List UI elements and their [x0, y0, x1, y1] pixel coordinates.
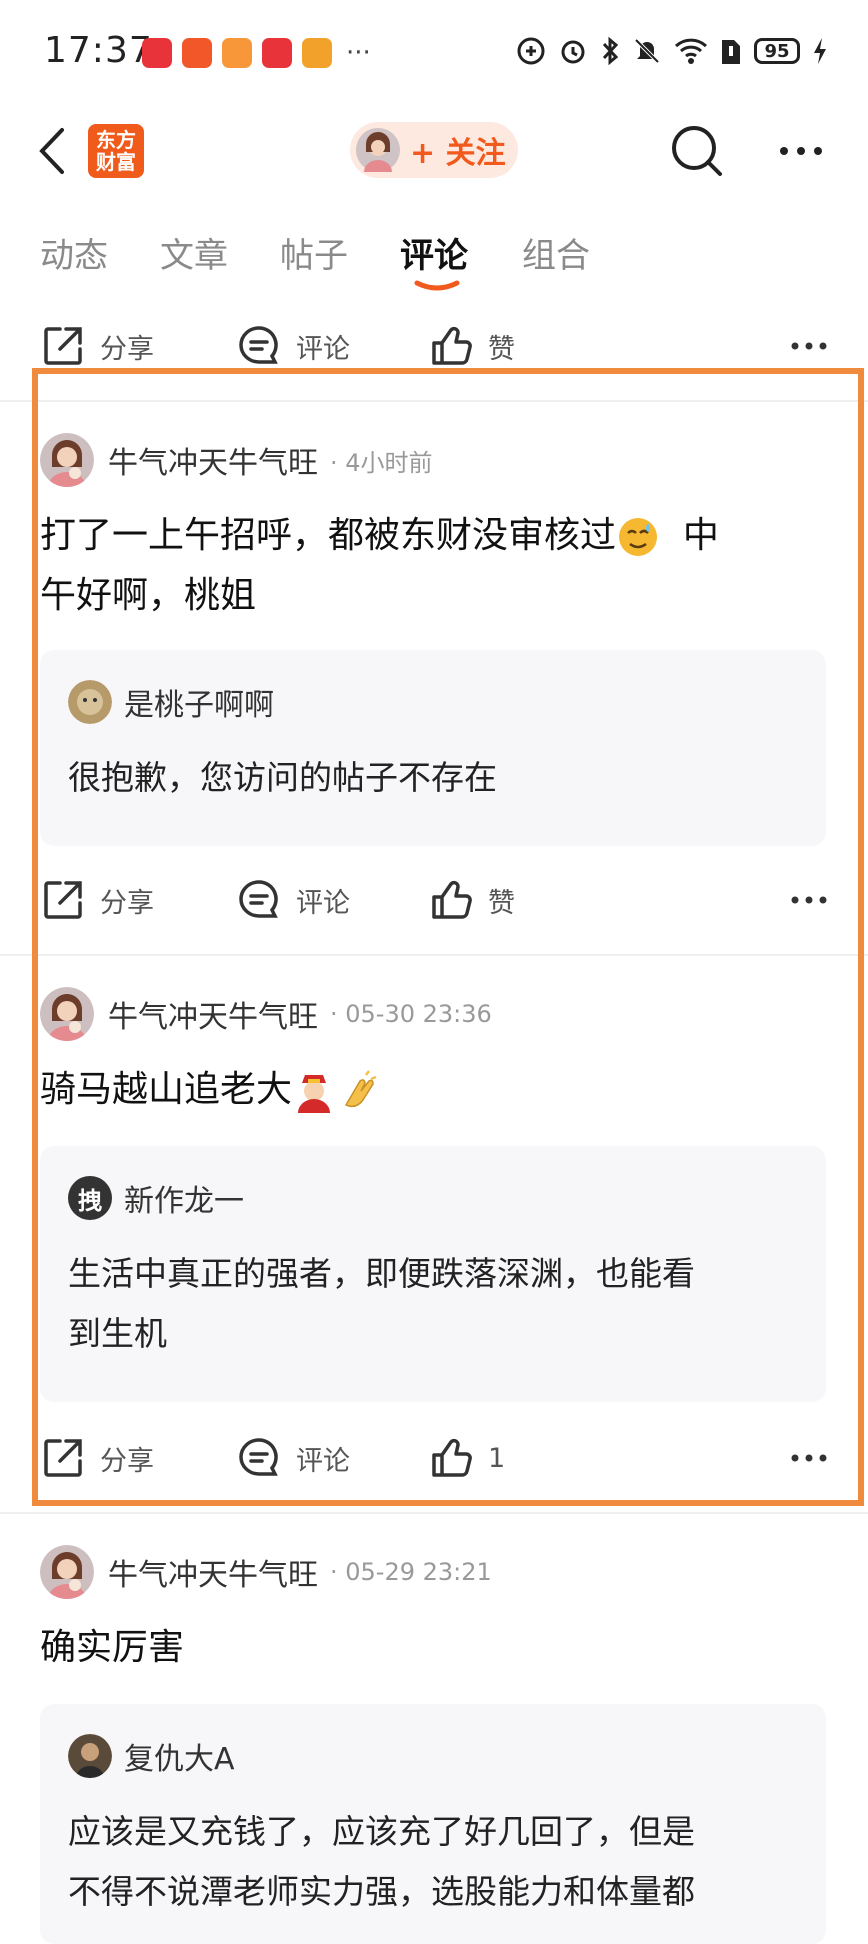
app-notification-icon — [302, 38, 332, 68]
logo-text-line1: 东方 — [96, 128, 136, 152]
share-button[interactable]: 分享 — [40, 316, 154, 376]
huawei-store-icon — [142, 38, 172, 68]
post-text-line: 确实厉害 — [40, 1627, 185, 1668]
battery-indicator: 95 — [754, 38, 800, 64]
notification-icons: ··· — [142, 38, 371, 68]
author-avatar — [40, 1545, 94, 1599]
quoted-post[interactable]: 复仇大A 应该是又充钱了，应该充了好几回了，但是 不得不说潭老师实力强，选股能力… — [40, 1704, 826, 1944]
charging-icon — [814, 38, 826, 64]
active-tab-indicator — [414, 280, 460, 291]
share-label: 分享 — [100, 333, 154, 365]
app-notification-icon — [222, 38, 252, 68]
comment-label: 评论 — [296, 333, 350, 365]
tab-bar: 动态 文章 帖子 评论 组合 — [0, 228, 868, 308]
like-button[interactable]: 赞 — [428, 316, 515, 376]
huawei-store-icon — [262, 38, 292, 68]
follow-label: + 关注 — [410, 136, 506, 171]
more-dots-icon[interactable] — [776, 136, 826, 166]
divider — [0, 1512, 868, 1514]
user-avatar — [356, 128, 400, 172]
more-dots-icon[interactable] — [790, 334, 828, 358]
share-icon — [44, 327, 82, 365]
nfc-icon — [517, 37, 545, 65]
post-time: · 05-29 23:21 — [330, 1558, 492, 1586]
mute-icon — [634, 38, 660, 64]
tab-portfolio[interactable]: 组合 — [522, 228, 590, 277]
like-label: 赞 — [488, 333, 515, 365]
taobao-icon — [182, 38, 212, 68]
post-author-row[interactable]: 牛气冲天牛气旺 · 05-29 23:21 — [40, 1542, 492, 1602]
status-bar: 17:37 ··· 95 — [0, 0, 868, 108]
wifi-icon — [674, 38, 708, 64]
follow-button[interactable]: + 关注 — [350, 122, 518, 178]
quote-text: 应该是又充钱了，应该充了好几回了，但是 不得不说潭老师实力强，选股能力和体量都 — [68, 1802, 808, 1922]
bluetooth-icon — [602, 36, 619, 66]
quote-text-line: 不得不说潭老师实力强，选股能力和体量都 — [68, 1872, 695, 1911]
more-notifications: ··· — [346, 38, 371, 68]
quote-text-line: 应该是又充钱了，应该充了好几回了，但是 — [68, 1812, 695, 1851]
back-arrow-icon[interactable] — [34, 126, 74, 176]
thumbs-up-icon — [432, 326, 472, 365]
highlight-box — [32, 368, 864, 1506]
tab-articles[interactable]: 文章 — [160, 228, 228, 277]
quote-author-row: 复仇大A — [68, 1734, 235, 1778]
tab-posts[interactable]: 帖子 — [280, 228, 348, 277]
app-logo: 东方 财富 — [88, 124, 144, 178]
quote-author-avatar — [68, 1734, 112, 1778]
post-content: 确实厉害 — [40, 1618, 820, 1678]
alarm-icon — [561, 40, 585, 64]
logo-text-line2: 财富 — [96, 150, 136, 174]
sim-icon — [722, 40, 740, 64]
search-icon[interactable] — [668, 122, 724, 178]
comment-icon — [239, 326, 278, 364]
comment-button[interactable]: 评论 — [236, 316, 350, 376]
quote-author-name: 复仇大A — [124, 1742, 235, 1777]
system-icons: 95 — [516, 36, 828, 66]
tab-dynamic[interactable]: 动态 — [40, 228, 108, 277]
post-actions: 分享 评论 赞 — [0, 316, 868, 376]
author-name: 牛气冲天牛气旺 — [108, 1558, 318, 1593]
status-time: 17:37 — [44, 30, 153, 71]
tab-comments[interactable]: 评论 — [400, 228, 468, 277]
